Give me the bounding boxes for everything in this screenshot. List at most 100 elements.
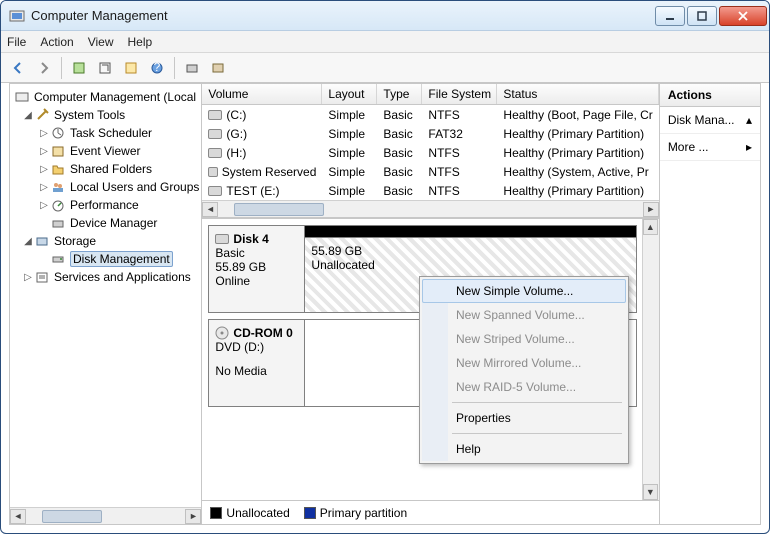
- volume-status: Healthy (Boot, Page File, Cr: [497, 107, 658, 123]
- menu-help[interactable]: Help: [128, 35, 153, 49]
- tree-label: Event Viewer: [70, 144, 140, 158]
- volume-fs: NTFS: [422, 145, 497, 161]
- collapse-icon: ▴: [746, 113, 752, 127]
- volume-status: Healthy (Primary Partition): [497, 126, 658, 142]
- window-title: Computer Management: [31, 8, 655, 23]
- back-button[interactable]: [7, 57, 29, 79]
- toolbar-icon-5[interactable]: [181, 57, 203, 79]
- toolbar-icon-3[interactable]: [120, 57, 142, 79]
- tree-label: Device Manager: [70, 216, 157, 230]
- expand-icon[interactable]: ▷: [22, 272, 34, 283]
- col-status[interactable]: Status: [497, 84, 658, 104]
- ctx-separator: [452, 402, 622, 403]
- volume-list[interactable]: Volume Layout Type File System Status (C…: [202, 84, 658, 218]
- scroll-thumb[interactable]: [234, 203, 324, 216]
- volume-status: Healthy (Primary Partition): [497, 183, 658, 199]
- maximize-button[interactable]: [687, 6, 717, 26]
- disk-size: 55.89 GB: [215, 260, 298, 274]
- console-tree[interactable]: Computer Management (Local ◢ System Tool…: [10, 84, 201, 507]
- collapse-icon[interactable]: ◢: [22, 236, 34, 247]
- tree-shared[interactable]: ▷ Shared Folders: [12, 160, 199, 178]
- svg-text:?: ?: [154, 61, 161, 74]
- volume-row[interactable]: (H:)SimpleBasicNTFSHealthy (Primary Part…: [202, 143, 658, 162]
- storage-icon: [34, 233, 50, 249]
- actions-more[interactable]: More ... ▸: [660, 134, 760, 161]
- menu-view[interactable]: View: [88, 35, 114, 49]
- col-type[interactable]: Type: [377, 84, 422, 104]
- tree-storage[interactable]: ◢ Storage: [12, 232, 199, 250]
- tree-label: Storage: [54, 234, 96, 248]
- col-fs[interactable]: File System: [422, 84, 497, 104]
- volume-type: Basic: [377, 107, 422, 123]
- volume-icon: [208, 186, 222, 196]
- help-button[interactable]: ?: [146, 57, 168, 79]
- tree-label: Local Users and Groups: [70, 180, 199, 194]
- volume-layout: Simple: [322, 107, 377, 123]
- minimize-button[interactable]: [655, 6, 685, 26]
- client-area: Computer Management (Local ◢ System Tool…: [9, 83, 761, 525]
- refresh-button[interactable]: [94, 57, 116, 79]
- ctx-new-simple-volume[interactable]: New Simple Volume...: [422, 279, 626, 303]
- ctx-help[interactable]: Help: [422, 437, 626, 461]
- volume-layout: Simple: [322, 183, 377, 199]
- cdrom-media: No Media: [215, 364, 298, 378]
- toolbar-icon-6[interactable]: [207, 57, 229, 79]
- volume-row[interactable]: (G:)SimpleBasicFAT32Healthy (Primary Par…: [202, 124, 658, 143]
- tree-label: Shared Folders: [70, 162, 152, 176]
- tree-perf[interactable]: ▷ Performance: [12, 196, 199, 214]
- volume-icon: [208, 167, 217, 177]
- scroll-thumb[interactable]: [42, 510, 102, 523]
- tree-diskmgmt[interactable]: Disk Management: [12, 250, 199, 268]
- tree-task[interactable]: ▷ Task Scheduler: [12, 124, 199, 142]
- tree-root[interactable]: Computer Management (Local: [12, 88, 199, 106]
- menubar: File Action View Help: [1, 31, 769, 53]
- vol-hscroll[interactable]: ◄ ►: [202, 200, 658, 217]
- volume-name: (C:): [226, 108, 246, 122]
- expand-icon[interactable]: ▷: [38, 200, 50, 211]
- expand-icon[interactable]: ▷: [38, 128, 50, 139]
- col-volume[interactable]: Volume: [202, 84, 322, 104]
- actions-diskmana[interactable]: Disk Mana... ▴: [660, 107, 760, 134]
- scroll-left-icon[interactable]: ◄: [202, 202, 218, 217]
- volume-name: TEST (E:): [226, 184, 279, 198]
- scroll-right-icon[interactable]: ►: [185, 509, 201, 524]
- context-menu[interactable]: New Simple Volume... New Spanned Volume.…: [419, 276, 629, 464]
- menu-action[interactable]: Action: [40, 35, 73, 49]
- tree-services[interactable]: ▷ Services and Applications: [12, 268, 199, 286]
- scroll-down-icon[interactable]: ▼: [643, 484, 658, 500]
- chevron-right-icon: ▸: [746, 140, 752, 154]
- tree-users[interactable]: ▷ Local Users and Groups: [12, 178, 199, 196]
- computer-icon: [14, 89, 30, 105]
- collapse-icon[interactable]: ◢: [22, 110, 34, 121]
- forward-button[interactable]: [33, 57, 55, 79]
- tree-devmgr[interactable]: Device Manager: [12, 214, 199, 232]
- volume-row[interactable]: TEST (E:)SimpleBasicNTFSHealthy (Primary…: [202, 181, 658, 200]
- perf-icon: [50, 197, 66, 213]
- ctx-properties[interactable]: Properties: [422, 406, 626, 430]
- scroll-up-icon[interactable]: ▲: [643, 219, 658, 235]
- menu-file[interactable]: File: [7, 35, 26, 49]
- tree-pane: Computer Management (Local ◢ System Tool…: [10, 84, 202, 524]
- volume-row[interactable]: (C:)SimpleBasicNTFSHealthy (Boot, Page F…: [202, 105, 658, 124]
- scroll-right-icon[interactable]: ►: [643, 202, 659, 217]
- tree-event[interactable]: ▷ Event Viewer: [12, 142, 199, 160]
- tree-systools[interactable]: ◢ System Tools: [12, 106, 199, 124]
- volume-row[interactable]: System ReservedSimpleBasicNTFSHealthy (S…: [202, 162, 658, 181]
- expand-icon[interactable]: ▷: [38, 164, 50, 175]
- volume-name: System Reserved: [222, 165, 317, 179]
- ctx-new-spanned-volume: New Spanned Volume...: [422, 303, 626, 327]
- tree-hscroll[interactable]: ◄ ►: [10, 507, 201, 524]
- window-frame: Computer Management File Action View Hel…: [0, 0, 770, 534]
- volume-name: (G:): [226, 127, 247, 141]
- titlebar[interactable]: Computer Management: [1, 1, 769, 31]
- volume-status: Healthy (System, Active, Pr: [497, 164, 658, 180]
- toolbar-icon-1[interactable]: [68, 57, 90, 79]
- col-layout[interactable]: Layout: [322, 84, 377, 104]
- close-button[interactable]: [719, 6, 767, 26]
- actions-label: Disk Mana...: [668, 113, 735, 127]
- scroll-left-icon[interactable]: ◄: [10, 509, 26, 524]
- disk-vscroll[interactable]: ▲ ▼: [642, 219, 659, 500]
- tree-label: Disk Management: [70, 251, 173, 267]
- expand-icon[interactable]: ▷: [38, 182, 50, 193]
- expand-icon[interactable]: ▷: [38, 146, 50, 157]
